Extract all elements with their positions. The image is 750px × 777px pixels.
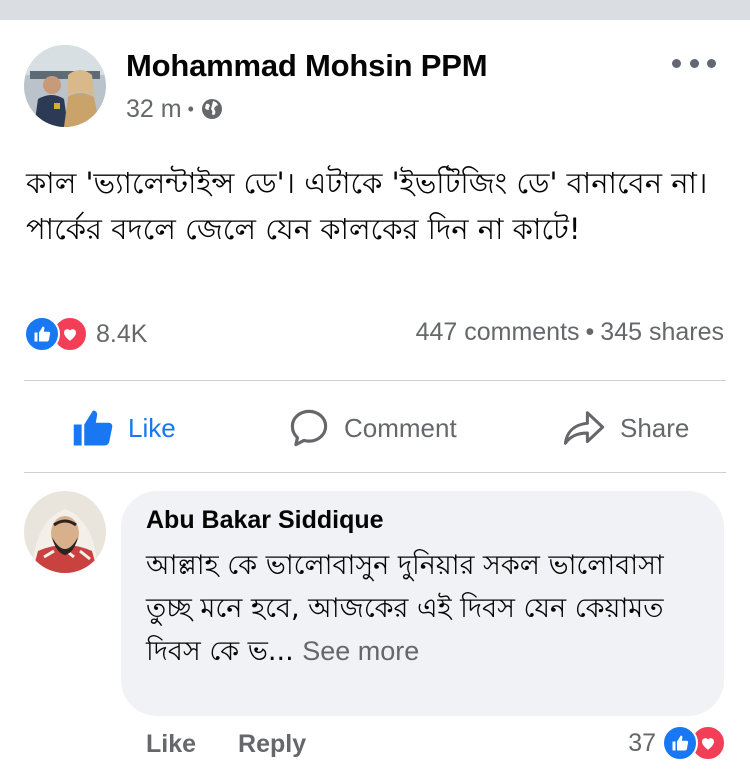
comment-actions: Like Reply	[146, 726, 306, 762]
post-stats: 447 comments • 345 shares	[416, 318, 724, 347]
stats-separator: •	[585, 318, 595, 346]
like-button-label: Like	[128, 412, 176, 443]
comment-button-label: Comment	[344, 412, 457, 443]
post-time[interactable]: 32 m	[126, 95, 182, 124]
thumbs-up-icon	[72, 407, 128, 449]
more-options-icon[interactable]	[672, 50, 716, 76]
commenter-avatar[interactable]	[24, 491, 106, 573]
reactions-count: 8.4K	[96, 319, 148, 348]
share-arrow-icon	[562, 407, 620, 449]
actions-bottom-divider	[24, 472, 726, 473]
like-reaction-icon	[662, 725, 698, 761]
share-button[interactable]: Share	[562, 400, 689, 456]
shares-count-link[interactable]: 345 shares	[600, 318, 724, 346]
comments-count-link[interactable]: 447 comments	[416, 318, 580, 346]
comment-reactions[interactable]: 37	[628, 724, 726, 762]
comment-text: আল্লাহ কে ভালোবাসুন দুনিয়ার সকল ভালোবাস…	[146, 544, 706, 673]
post-author-avatar[interactable]	[24, 45, 106, 127]
top-divider-strip	[0, 0, 750, 20]
globe-icon	[200, 97, 224, 121]
comment-like-button[interactable]: Like	[146, 730, 196, 759]
post-meta: 32 m •	[126, 93, 224, 125]
like-button[interactable]: Like	[72, 400, 176, 456]
share-button-label: Share	[620, 412, 690, 443]
post-reactions-summary[interactable]: 8.4K	[24, 316, 147, 352]
see-more-link[interactable]: See more	[302, 636, 419, 666]
comment-reactions-count: 37	[628, 728, 656, 757]
post-text: কাল 'ভ্যালেন্টাইন্স ডে'। এটাকে 'ইভটিজিং …	[26, 166, 708, 246]
meta-separator: •	[187, 98, 194, 119]
like-reaction-icon	[24, 316, 60, 352]
post-author-name[interactable]: Mohammad Mohsin PPM	[126, 48, 488, 84]
comment-button[interactable]: Comment	[288, 400, 457, 456]
actions-top-divider	[24, 380, 726, 381]
commenter-name[interactable]: Abu Bakar Siddique	[146, 506, 384, 535]
comment-reply-button[interactable]: Reply	[238, 730, 306, 759]
comment-bubble-icon	[288, 407, 344, 449]
